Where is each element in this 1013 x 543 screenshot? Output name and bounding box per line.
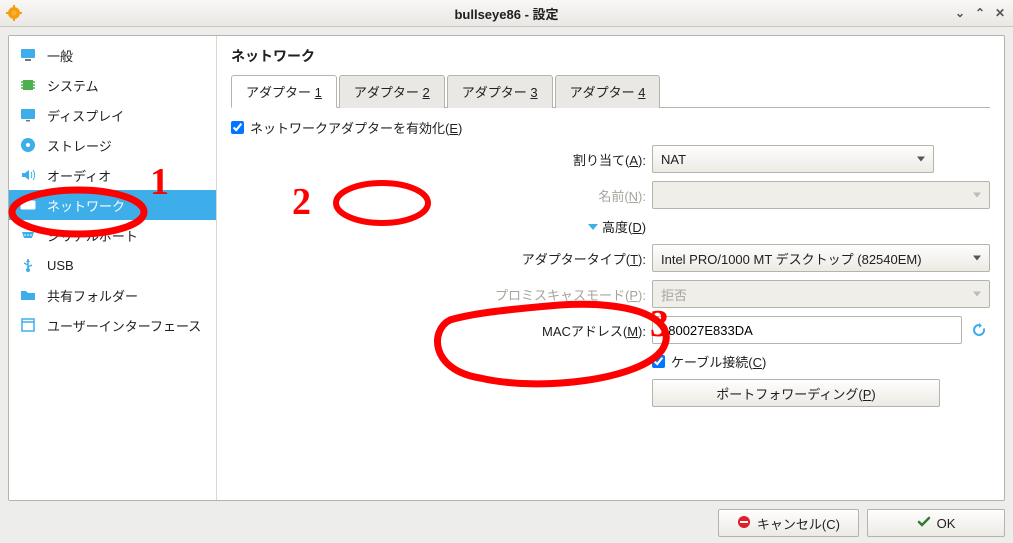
disc-icon [19, 136, 37, 154]
advanced-label: 高度(D) [602, 217, 646, 236]
settings-sidebar: 一般システムディスプレイストレージオーディオネットワークシリアルポート USB 共有… [9, 36, 217, 500]
sidebar-item-label: ディスプレイ [47, 106, 124, 125]
window-title: bullseye86 - 設定 [0, 4, 1013, 23]
ok-label: OK [937, 516, 956, 531]
cancel-button[interactable]: キャンセル(C) [718, 509, 859, 537]
attached-label: 割り当て(A): [471, 150, 646, 169]
promiscuous-label: プロミスキャスモード(P): [471, 285, 646, 304]
sidebar-item-general[interactable]: 一般 [9, 40, 216, 70]
adapter-tabs: アダプター 1アダプター 2アダプター 3アダプター 4 [231, 74, 990, 108]
sidebar-item-label: ユーザーインターフェース [47, 316, 201, 335]
window-icon [19, 316, 37, 334]
display-icon [19, 106, 37, 124]
enable-adapter-label: ネットワークアダプターを有効化(E) [250, 118, 462, 137]
sidebar-item-label: ストレージ [47, 136, 112, 155]
sidebar-item-audio[interactable]: オーディオ [9, 160, 216, 190]
maximize-icon[interactable]: ⌃ [973, 6, 987, 20]
nic-icon [19, 196, 37, 214]
sidebar-item-network[interactable]: ネットワーク [9, 190, 216, 220]
enable-adapter-checkbox[interactable]: ネットワークアダプターを有効化(E) [231, 118, 462, 137]
tab-adapter-2[interactable]: アダプター 2 [339, 75, 445, 108]
page-title: ネットワーク [231, 46, 990, 66]
sidebar-item-display[interactable]: ディスプレイ [9, 100, 216, 130]
folder-icon [19, 286, 37, 304]
attached-value: NAT [661, 152, 686, 167]
sidebar-item-label: システム [47, 76, 99, 95]
adapter-type-select[interactable]: Intel PRO/1000 MT デスクトップ (82540EM) [652, 244, 990, 272]
port-forwarding-label: ポートフォワーディング(P) [716, 384, 875, 403]
mac-input[interactable] [652, 316, 962, 344]
name-select [652, 181, 990, 209]
sidebar-item-label: USB [47, 258, 74, 273]
name-label: 名前(N): [471, 186, 646, 205]
sidebar-item-label: 共有フォルダー [47, 286, 138, 305]
close-icon[interactable]: ✕ [993, 6, 1007, 20]
enable-adapter-input[interactable] [231, 121, 244, 134]
cancel-label: キャンセル(C) [757, 514, 840, 533]
port-forwarding-button[interactable]: ポートフォワーディング(P) [652, 379, 940, 407]
advanced-toggle[interactable]: 高度(D) [588, 217, 646, 236]
sidebar-item-shared[interactable]: 共有フォルダー [9, 280, 216, 310]
dialog-footer: キャンセル(C) OK [8, 501, 1005, 537]
tab-adapter-3[interactable]: アダプター 3 [447, 75, 553, 108]
chip-icon [19, 76, 37, 94]
promiscuous-value: 拒否 [661, 285, 687, 304]
cable-connected-label: ケーブル接続(C) [671, 352, 766, 371]
monitor-icon [19, 46, 37, 64]
ok-icon [917, 515, 931, 532]
adapter-type-label: アダプタータイプ(T): [471, 249, 646, 268]
sidebar-item-ui[interactable]: ユーザーインターフェース [9, 310, 216, 340]
serial-icon [19, 226, 37, 244]
refresh-mac-icon[interactable] [968, 319, 990, 341]
ok-button[interactable]: OK [867, 509, 1005, 537]
sidebar-item-usb[interactable]: USB [9, 250, 216, 280]
sidebar-item-serial[interactable]: シリアルポート [9, 220, 216, 250]
settings-window: bullseye86 - 設定 ⌄ ⌃ ✕ 一般システムディスプレイストレージオ… [0, 0, 1013, 543]
cable-connected-checkbox[interactable]: ケーブル接続(C) [652, 352, 766, 371]
cable-connected-input[interactable] [652, 355, 665, 368]
app-icon [6, 5, 22, 21]
attached-select[interactable]: NAT [652, 145, 934, 173]
speaker-icon [19, 166, 37, 184]
tab-adapter-1[interactable]: アダプター 1 [231, 75, 337, 108]
tab-adapter-4[interactable]: アダプター 4 [555, 75, 661, 108]
sidebar-item-system[interactable]: システム [9, 70, 216, 100]
chevron-down-icon [588, 224, 598, 230]
sidebar-item-label: ネットワーク [47, 196, 125, 215]
promiscuous-select: 拒否 [652, 280, 990, 308]
sidebar-item-label: 一般 [47, 46, 73, 65]
minimize-icon[interactable]: ⌄ [953, 6, 967, 20]
sidebar-item-label: シリアルポート [47, 226, 138, 245]
usb-icon [19, 256, 37, 274]
sidebar-item-storage[interactable]: ストレージ [9, 130, 216, 160]
titlebar: bullseye86 - 設定 ⌄ ⌃ ✕ [0, 0, 1013, 27]
sidebar-item-label: オーディオ [47, 166, 111, 185]
adapter-type-value: Intel PRO/1000 MT デスクトップ (82540EM) [661, 249, 922, 268]
cancel-icon [737, 515, 751, 532]
content-area: ネットワーク アダプター 1アダプター 2アダプター 3アダプター 4 ネットワ… [217, 36, 1004, 500]
mac-label: MACアドレス(M): [471, 321, 646, 340]
